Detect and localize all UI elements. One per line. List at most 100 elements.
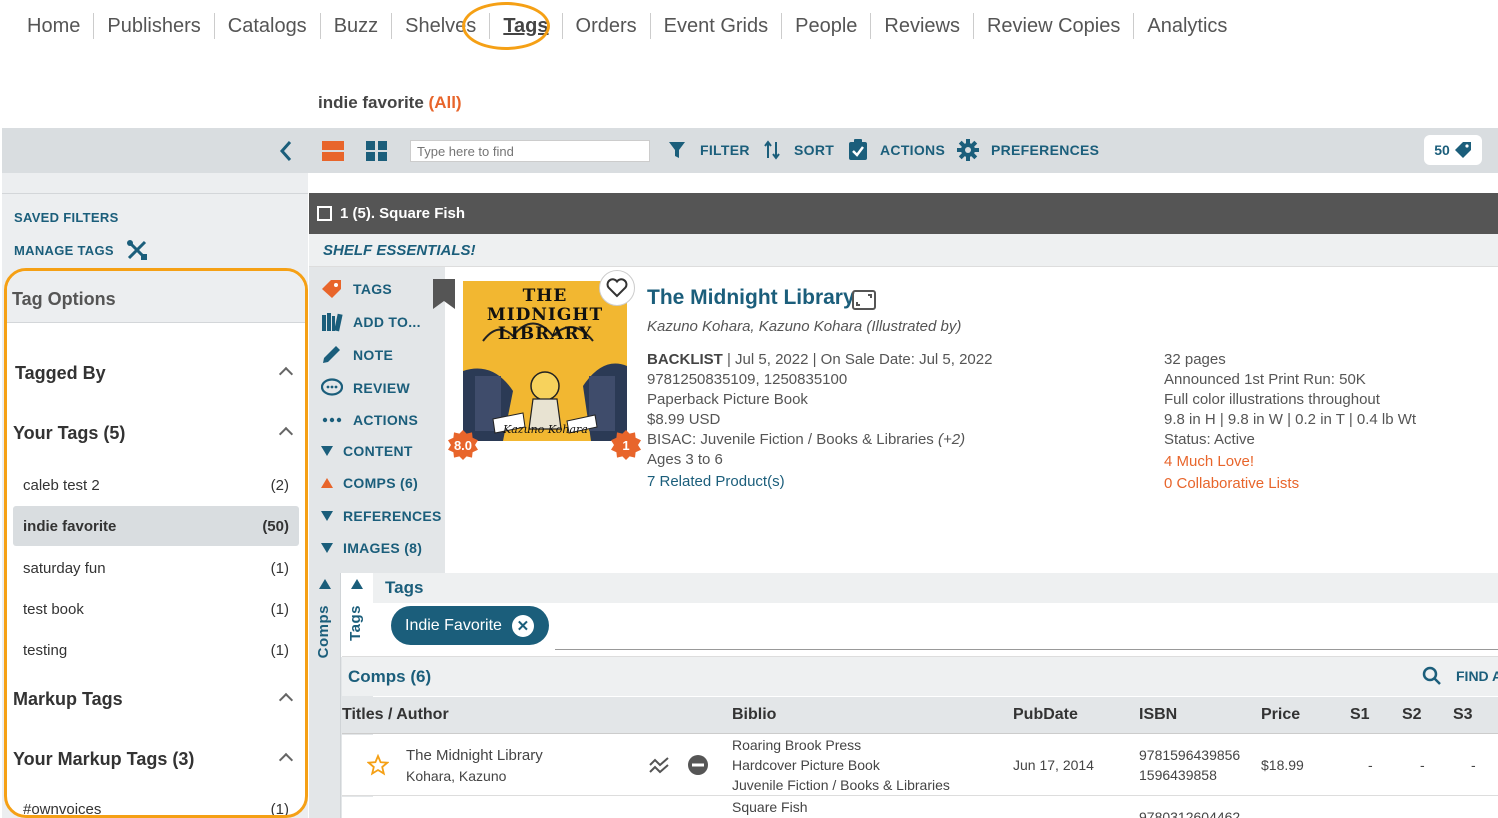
sort-button[interactable]: SORT [764,140,834,160]
sort-label: SORT [794,142,835,158]
caret-up-icon[interactable] [351,579,363,589]
comps-toggle[interactable]: COMPS (6) [321,475,418,491]
find-comps-button[interactable]: FIND A [1422,666,1498,686]
caret-down-icon [321,543,333,553]
search-input[interactable] [410,140,650,162]
tag-row-indie-favorite[interactable]: indie favorite (50) [13,506,299,546]
review-action[interactable]: REVIEW [321,378,410,398]
tag-row-caleb-test-2[interactable]: caleb test 2 (2) [13,465,299,505]
col-s1[interactable]: S1 [1350,706,1370,724]
chevron-up-icon[interactable] [278,752,294,768]
find-label: FIND A [1456,668,1498,684]
markup-tags-header[interactable]: Markup Tags [13,689,123,710]
caret-down-icon [321,511,333,521]
list-view-icon[interactable] [322,140,344,167]
chevron-up-icon[interactable] [278,426,294,442]
caret-up-icon[interactable] [319,579,331,589]
comp-title-link[interactable]: The Midnight Library [406,746,543,766]
tag-row-count: (50) [262,517,289,535]
manage-tags-link[interactable]: MANAGE TAGS [14,239,148,261]
col-pubdate[interactable]: PubDate [1013,706,1078,724]
tag-row-ownvoices[interactable]: #ownvoices (1) [13,789,299,816]
tags-action[interactable]: TAGS [321,279,392,299]
bisac-more[interactable]: (+2) [938,431,965,448]
tag-row-count: (2) [270,476,289,494]
nav-buzz[interactable]: Buzz [321,13,393,39]
book-illustrations: Full color illustrations throughout [1164,391,1380,408]
favorite-button[interactable] [599,270,635,306]
chevron-up-icon[interactable] [278,366,294,382]
nav-home[interactable]: Home [14,13,95,39]
clipboard-check-icon [849,139,867,160]
review-action-label: REVIEW [353,380,411,396]
references-toggle[interactable]: REFERENCES [321,508,442,524]
col-price[interactable]: Price [1261,706,1300,724]
images-toggle[interactable]: IMAGES (8) [321,540,422,556]
book-status: Status: Active [1164,431,1255,448]
remove-tag-icon[interactable]: ✕ [511,614,534,637]
remove-comp-icon[interactable] [687,754,709,781]
comp-price: $18.99 [1261,757,1304,773]
book-dates: | Jul 5, 2022 | On Sale Date: Jul 5, 202… [722,351,993,368]
chevron-left-icon[interactable] [278,140,294,167]
add-to-action[interactable]: ADD TO... [321,312,421,332]
star-icon[interactable] [366,753,390,781]
nav-orders[interactable]: Orders [563,13,651,39]
all-link[interactable]: (All) [429,93,462,112]
chevron-up-icon[interactable] [278,692,294,708]
nav-analytics[interactable]: Analytics [1134,13,1240,39]
much-love-link[interactable]: 4 Much Love! [1164,452,1254,472]
comps-vertical-tab[interactable]: Comps [315,605,332,658]
content-toggle[interactable]: CONTENT [321,443,413,459]
tag-count-badge[interactable]: 50 [1424,135,1482,165]
filter-button[interactable]: FILTER [668,141,750,159]
col-s2[interactable]: S2 [1402,706,1422,724]
nav-event-grids[interactable]: Event Grids [651,13,783,39]
actions-button[interactable]: ACTIONS [848,139,945,161]
shelf-label[interactable]: SHELF ESSENTIALS! [323,242,476,259]
comp-format: Hardcover Picture Book [732,757,880,773]
grid-view-icon[interactable] [366,140,388,167]
tag-row-count: (1) [270,559,289,577]
tagged-by-header[interactable]: Tagged By [15,363,106,384]
tag-row-saturday-fun[interactable]: saturday fun (1) [13,548,299,588]
tag-input-line [555,649,1498,650]
nav-publishers[interactable]: Publishers [94,13,215,39]
col-isbn[interactable]: ISBN [1139,706,1177,724]
your-tags-header[interactable]: Your Tags (5) [13,423,125,444]
book-cover[interactable]: THE MIDNIGHT LIBRARY Kazuno Kohara [463,281,627,441]
tag-pill[interactable]: Indie Favorite ✕ [391,606,549,645]
col-s3[interactable]: S3 [1453,706,1473,724]
nav-catalogs[interactable]: Catalogs [215,13,321,39]
tag-row-name: saturday fun [23,559,106,577]
your-markup-tags-header[interactable]: Your Markup Tags (3) [13,749,194,770]
comp-author: Kohara, Kazuno [406,768,507,784]
cover-author: Kazuno Kohara [503,423,588,436]
tag-row-test-book[interactable]: test book (1) [13,589,299,629]
col-titles-author[interactable]: Titles / Author [342,706,449,724]
expand-icon[interactable] [852,290,876,315]
book-title[interactable]: The Midnight Library [647,286,855,310]
more-actions-action[interactable]: ACTIONS [321,410,418,430]
saved-filters-link[interactable]: SAVED FILTERS [14,210,119,225]
compare-icon[interactable] [648,755,670,782]
col-biblio[interactable]: Biblio [732,706,776,724]
note-action[interactable]: NOTE [321,345,393,365]
tag-count: 50 [1434,142,1450,158]
bookmark-icon[interactable] [433,279,455,314]
nav-reviews[interactable]: Reviews [871,13,974,39]
preferences-button[interactable]: PREFERENCES [957,139,1099,161]
tag-row-count: (1) [270,641,289,659]
related-products-link[interactable]: 7 Related Product(s) [647,472,785,492]
tag-row-testing[interactable]: testing (1) [13,630,299,670]
tag-row-name: indie favorite [23,517,117,535]
comps-table-header: Titles / Author Biblio PubDate ISBN Pric… [342,697,1498,734]
nav-people[interactable]: People [782,13,872,39]
group-checkbox[interactable] [317,206,332,221]
nav-review-copies[interactable]: Review Copies [974,13,1135,39]
tags-vertical-tab[interactable]: Tags [347,605,364,641]
toolbar: FILTER SORT ACTIONS PREFERENCES 50 [2,128,1498,173]
collaborative-lists-link[interactable]: 0 Collaborative Lists [1164,474,1299,494]
comp-s3: - [1471,757,1476,773]
comp-isbn10: 1596439858 [1139,767,1217,783]
